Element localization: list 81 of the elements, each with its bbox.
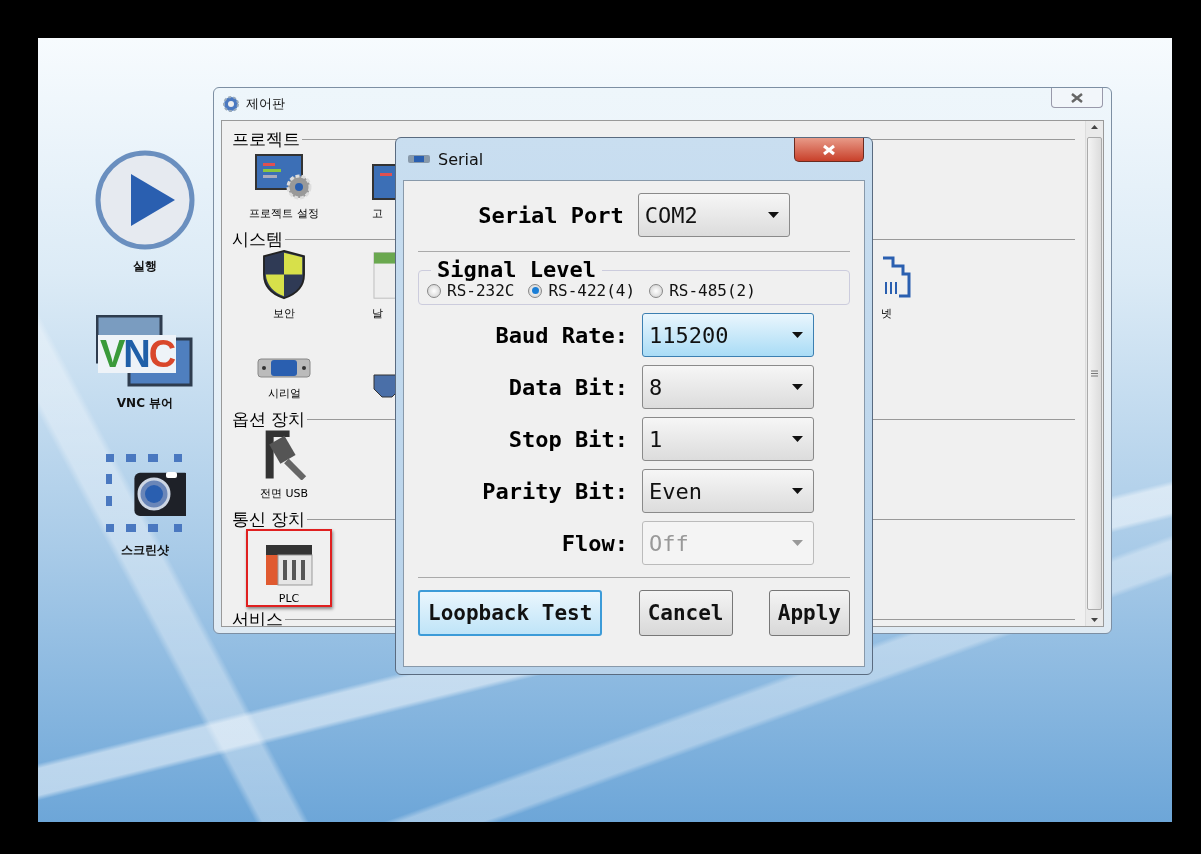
monitor-icon: [372, 164, 396, 200]
field-label: Parity Bit:: [482, 478, 628, 504]
section-heading: 통신 장치: [232, 507, 307, 531]
radio-option[interactable]: RS-422(4): [528, 281, 636, 300]
dropdown[interactable]: 1: [642, 417, 814, 461]
control-panel-item[interactable]: 시리얼: [232, 329, 336, 401]
serial-port-icon: [408, 155, 430, 163]
item-label: 전면 USB: [259, 486, 309, 501]
logo-letter: N: [123, 335, 149, 373]
dialog-button[interactable]: Loopback Test: [418, 590, 603, 636]
radio-button[interactable]: [649, 283, 664, 298]
close-button[interactable]: [1051, 88, 1103, 108]
field-label: Serial Port: [478, 202, 624, 228]
monitor-gear-icon: [255, 154, 313, 200]
shortcut-label: 스크린샷: [121, 542, 169, 559]
scrollbar[interactable]: [1085, 121, 1103, 626]
logo-letter: C: [148, 335, 175, 373]
field-label: Data Bit:: [508, 374, 628, 400]
item-label: 고: [372, 206, 383, 221]
dropdown[interactable]: Even: [642, 469, 814, 513]
dropdown-value: 1: [649, 426, 663, 452]
caret-icon: [792, 540, 803, 546]
dropdown-value: 8: [649, 374, 663, 400]
desktop-shortcut[interactable]: VNC VNC 뷰어: [96, 315, 194, 412]
group-title: Signal Level: [431, 257, 602, 282]
desktop-shortcut[interactable]: 스크린샷: [104, 452, 186, 559]
close-button[interactable]: [794, 138, 864, 162]
grip-icon: [1091, 370, 1098, 377]
dropdown[interactable]: 115200: [642, 313, 814, 357]
section-heading: 시스템: [232, 227, 284, 251]
field-label: Stop Bit:: [508, 426, 628, 452]
item-label: 프로젝트 설정: [249, 206, 319, 221]
camera-icon: [104, 452, 186, 534]
item-label: 넷: [881, 306, 892, 321]
dialog-title: Serial: [438, 149, 484, 169]
caret-icon: [792, 436, 803, 442]
network-port-icon: [881, 256, 911, 300]
desktop-shortcut[interactable]: 실행: [95, 150, 195, 275]
control-panel-item[interactable]: PLC: [246, 529, 332, 607]
control-panel-item[interactable]: 넷: [821, 249, 925, 321]
control-panel-item[interactable]: 고: [336, 149, 440, 221]
item-label: 시리얼: [267, 386, 301, 401]
logo-letter: V: [100, 335, 124, 373]
calendar-icon: [372, 249, 396, 300]
dialog-button[interactable]: Cancel: [638, 590, 733, 636]
control-panel-item[interactable]: 전면 USB: [232, 429, 336, 501]
dialog-button[interactable]: Apply: [768, 590, 850, 636]
shortcut-label: 실행: [133, 258, 157, 275]
window-title: 제어판: [246, 95, 285, 113]
shortcut-label: VNC 뷰어: [116, 395, 174, 412]
item-label: PLC: [278, 592, 300, 605]
caret-icon: [767, 212, 779, 218]
item-label: 보안: [273, 306, 295, 321]
radio-button[interactable]: [528, 283, 543, 298]
radio-option[interactable]: RS-485(2): [649, 281, 756, 300]
play-icon: [95, 150, 195, 250]
dropdown[interactable]: COM2: [637, 193, 790, 237]
dropdown-value: COM2: [644, 202, 698, 228]
dropdown[interactable]: 8: [642, 365, 814, 409]
close-icon: [1071, 92, 1083, 103]
plc-icon: [265, 544, 313, 586]
field-label: Flow:: [561, 530, 628, 556]
caret-icon: [792, 488, 803, 494]
section-heading: 프로젝트: [232, 127, 301, 151]
radio-button[interactable]: [427, 283, 441, 298]
caret-icon: [792, 332, 803, 338]
dropdown-value: Even: [649, 478, 702, 504]
close-icon: [822, 143, 836, 156]
dropdown-value: 115200: [649, 322, 729, 348]
radio-option[interactable]: RS-232C: [427, 281, 515, 300]
item-label: 날: [372, 306, 383, 321]
caret-icon: [792, 384, 803, 390]
control-panel-item[interactable]: 보안: [232, 249, 336, 321]
serial-connector-icon: [257, 356, 311, 380]
section-heading: 옵션 장치: [232, 407, 307, 431]
field-label: Baud Rate:: [495, 322, 628, 348]
control-panel-item[interactable]: 프로젝트 설정: [232, 149, 336, 221]
scrollbar-thumb[interactable]: [1087, 137, 1102, 610]
shield-icon: [260, 249, 308, 300]
dropdown-value: Off: [649, 530, 689, 556]
control-panel-icon: [222, 95, 240, 113]
